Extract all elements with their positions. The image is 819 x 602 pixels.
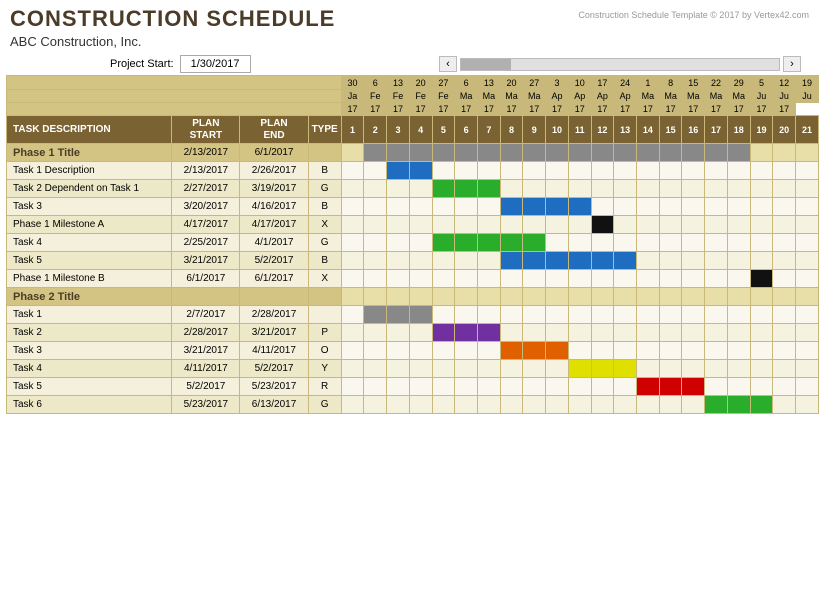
header: CONSTRUCTION SCHEDULE ABC Construction, … [0,0,819,53]
task-row-4: Task 4 2/25/2017 4/1/2017 G [7,234,819,252]
p2-task-row-4: Task 4 4/11/2017 5/2/2017 Y [7,360,819,378]
milestone-b-row: Phase 1 Milestone B 6/1/2017 6/1/2017 X [7,270,819,288]
date-row-2: Ja Fe Fe Fe Fe Ma Ma Ma Ma Ap Ap Ap Ap M… [7,90,819,103]
date-row-1: 30 6 13 20 27 6 13 20 27 3 10 17 24 1 8 … [7,76,819,90]
task-row-5: Task 5 3/21/2017 5/2/2017 B [7,252,819,270]
column-headers: TASK DESCRIPTION PLANSTART PLANEND TYPE … [7,116,819,144]
project-start-label: Project Start: [110,58,174,70]
main-title: CONSTRUCTION SCHEDULE [10,6,335,32]
task-row-1: Task 1 Description 2/13/2017 2/26/2017 B [7,162,819,180]
schedule-table-container: 30 6 13 20 27 6 13 20 27 3 10 17 24 1 8 … [6,75,813,414]
p2-task-row-6: Task 6 5/23/2017 6/13/2017 G [7,396,819,414]
phase-1-row: Phase 1 Title 2/13/2017 6/1/2017 [7,144,819,162]
date-row-3: 17 17 17 17 17 17 17 17 17 17 17 17 17 1… [7,103,819,116]
copyright: Construction Schedule Template © 2017 by… [578,10,809,20]
page: CONSTRUCTION SCHEDULE ABC Construction, … [0,0,819,602]
subtitle: ABC Construction, Inc. [10,34,335,49]
task-row-3: Task 3 3/20/2017 4/16/2017 B [7,198,819,216]
p2-task-row-2: Task 2 2/28/2017 3/21/2017 P [7,324,819,342]
p2-task-row-3: Task 3 3/21/2017 4/11/2017 O [7,342,819,360]
schedule-table: 30 6 13 20 27 6 13 20 27 3 10 17 24 1 8 … [6,75,819,414]
project-start-value: 1/30/2017 [180,55,251,73]
p2-task-row-1: Task 1 2/7/2017 2/28/2017 [7,306,819,324]
milestone-a-row: Phase 1 Milestone A 4/17/2017 4/17/2017 … [7,216,819,234]
nav-prev-button[interactable]: ‹ [439,56,457,72]
phase-2-row: Phase 2 Title [7,288,819,306]
nav-scrollbar[interactable] [460,58,780,71]
nav-next-button[interactable]: › [783,56,801,72]
p2-task-row-5: Task 5 5/2/2017 5/23/2017 R [7,378,819,396]
task-row-2: Task 2 Dependent on Task 1 2/27/2017 3/1… [7,180,819,198]
